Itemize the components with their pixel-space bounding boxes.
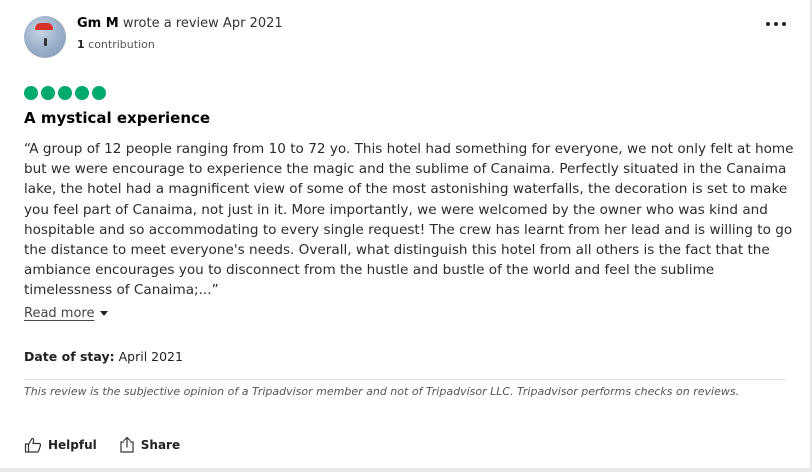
- date-of-stay-label: Date of stay:: [24, 349, 115, 364]
- review-card: Gm M wrote a review Apr 2021 1 contribut…: [0, 0, 812, 472]
- more-horizontal-icon: [766, 22, 770, 26]
- read-more-button[interactable]: Read more: [24, 306, 109, 321]
- rating-bubble: [41, 86, 55, 100]
- contribution-line: 1 contribution: [77, 38, 155, 51]
- rating-bubbles: [24, 86, 106, 100]
- contribution-count: 1: [77, 38, 85, 51]
- more-options-button[interactable]: [764, 16, 788, 32]
- contribution-label: contribution: [88, 38, 155, 51]
- share-icon: [119, 436, 135, 453]
- rating-bubble: [58, 86, 72, 100]
- paraglider-figure: [44, 38, 47, 46]
- review-body: “A group of 12 people ranging from 10 to…: [24, 141, 794, 299]
- thumbs-up-icon: [24, 437, 42, 453]
- share-button[interactable]: Share: [119, 436, 180, 453]
- disclaimer: This review is the subjective opinion of…: [24, 385, 740, 398]
- helpful-label: Helpful: [48, 437, 97, 452]
- date-of-stay: Date of stay: April 2021: [24, 349, 183, 364]
- card-bottom-edge: [0, 468, 812, 472]
- read-more-label: Read more: [24, 306, 95, 321]
- divider: [24, 379, 786, 380]
- avatar[interactable]: [24, 16, 66, 58]
- rating-bubble: [24, 86, 38, 100]
- review-header: Gm M wrote a review Apr 2021: [77, 16, 283, 31]
- review-actions: Helpful Share: [24, 436, 180, 453]
- author-name[interactable]: Gm M: [77, 16, 119, 31]
- review-date-text: wrote a review Apr 2021: [122, 16, 283, 31]
- caret-down-icon: [100, 311, 109, 316]
- paraglider-shape: [35, 23, 53, 30]
- rating-bubble: [75, 86, 89, 100]
- helpful-button[interactable]: Helpful: [24, 436, 97, 453]
- share-label: Share: [140, 437, 181, 452]
- more-horizontal-icon-dot: [782, 22, 786, 26]
- date-of-stay-value: April 2021: [118, 349, 183, 364]
- more-horizontal-icon-dot: [774, 22, 778, 26]
- review-title[interactable]: A mystical experience: [24, 109, 210, 127]
- rating-bubble: [92, 86, 106, 100]
